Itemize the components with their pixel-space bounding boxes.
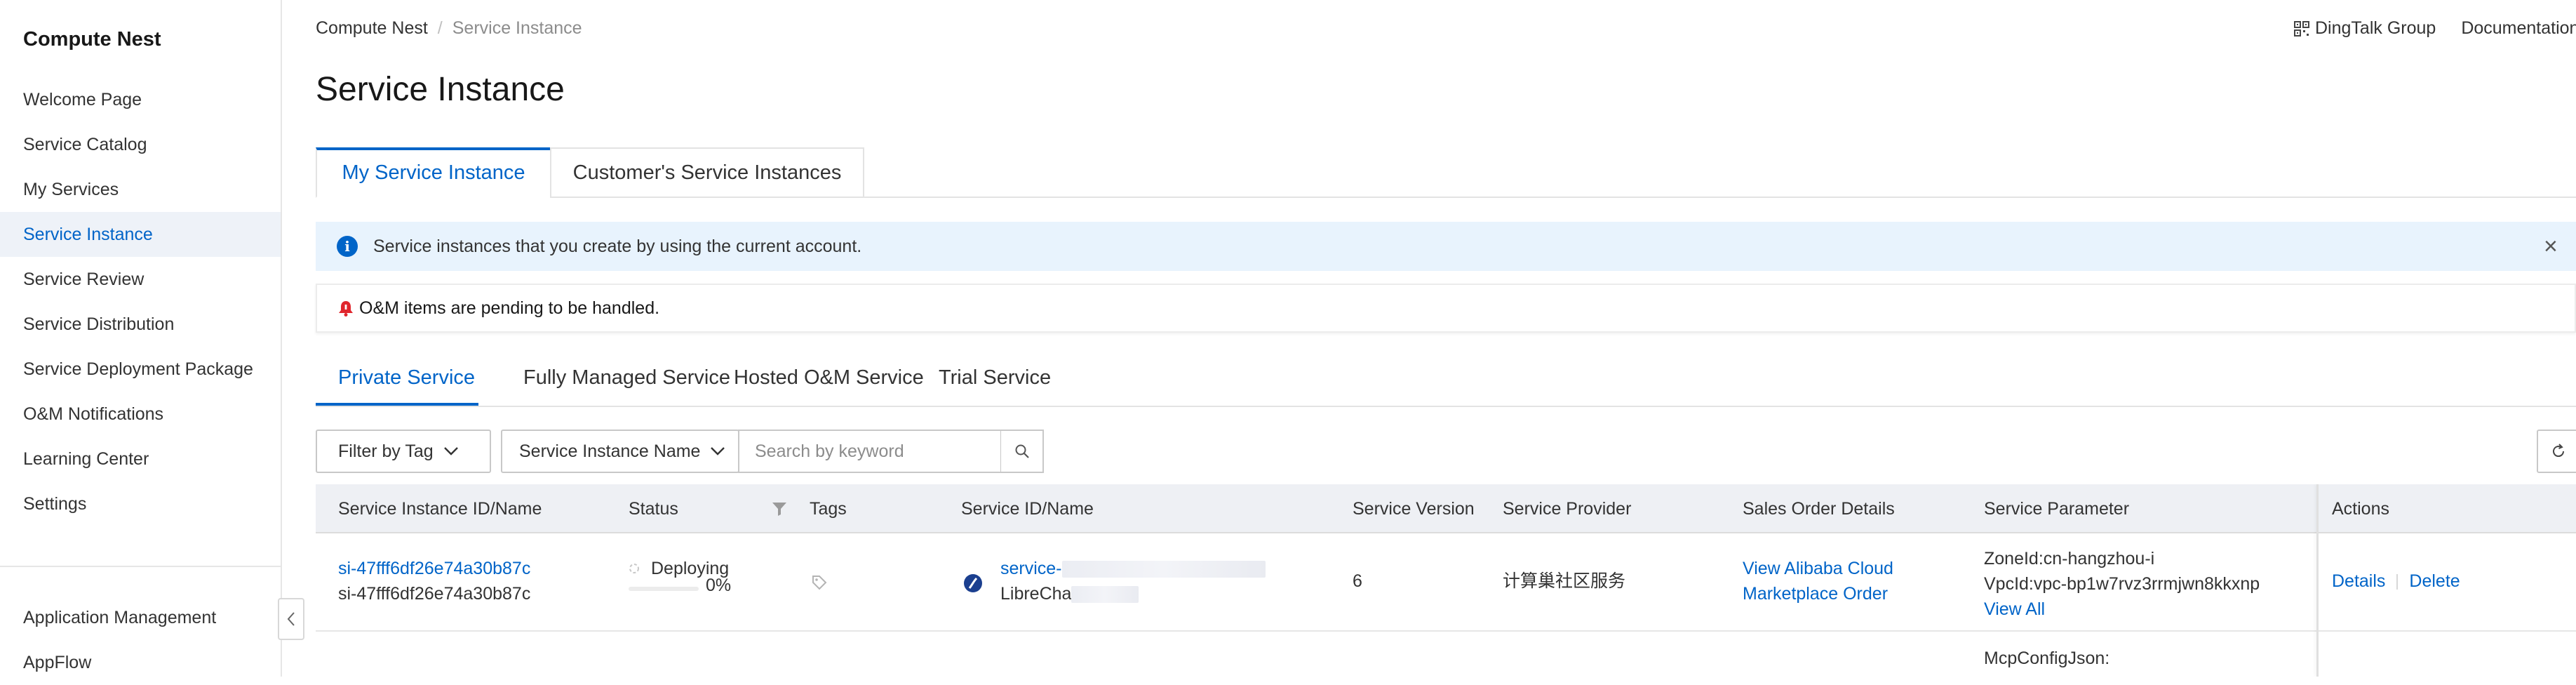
filter-by-tag-button[interactable]: Filter by Tag	[316, 430, 491, 473]
sidebar-item-service-instance[interactable]: Service Instance	[0, 212, 281, 257]
breadcrumb-separator: /	[437, 18, 443, 38]
sales-order-link-line2[interactable]: Marketplace Order	[1743, 581, 1888, 606]
filter-funnel-icon[interactable]	[772, 501, 787, 517]
tab-my-service-instance[interactable]: My Service Instance	[316, 147, 551, 198]
column-header-status: Status	[629, 499, 678, 519]
param-zone: ZoneId:cn-hangzhou-i	[1984, 549, 2155, 568]
table-header: Service Instance ID/Name Status Tags Ser…	[316, 484, 2576, 533]
row-actions: Details Delete	[2332, 568, 2460, 594]
search-field-select-value: Service Instance Name	[519, 441, 701, 461]
search-button[interactable]	[1000, 430, 1044, 473]
main-content: Compute Nest / Service Instance DingTalk G…	[283, 0, 2576, 677]
warning-alert-text: O&M items are pending to be handled.	[359, 298, 660, 318]
sidebar-divider	[0, 566, 281, 567]
service-logo-icon	[964, 574, 982, 592]
column-header-instance: Service Instance ID/Name	[338, 499, 542, 519]
instance-tabs: My Service Instance Customer's Service I…	[316, 147, 2576, 198]
param-mcp-config: McpConfigJson:	[1984, 649, 2110, 668]
sidebar-item-service-distribution[interactable]: Service Distribution	[0, 302, 281, 347]
sales-order-link-line1[interactable]: View Alibaba Cloud	[1743, 556, 1893, 581]
chevron-down-icon	[711, 447, 725, 455]
warning-alert: O&M items are pending to be handled.	[316, 284, 2576, 333]
qr-code-icon	[2294, 20, 2309, 36]
service-instance-table: Service Instance ID/Name Status Tags Ser…	[316, 484, 2576, 677]
active-tab-indicator	[316, 403, 478, 406]
filter-by-tag-label: Filter by Tag	[338, 441, 434, 461]
tab-customers-service-instances[interactable]: Customer's Service Instances	[550, 147, 864, 198]
dingtalk-group-link[interactable]: DingTalk Group	[2315, 18, 2436, 39]
sidebar: Compute Nest Welcome Page Service Catalo…	[0, 0, 282, 677]
service-version: 6	[1353, 571, 1362, 591]
info-alert: i Service instances that you create by u…	[316, 222, 2576, 271]
instance-id-link[interactable]: si-47fff6df26e74a30b87c	[338, 556, 530, 581]
instance-name: si-47fff6df26e74a30b87c	[338, 584, 531, 604]
tab-hosted-om-service[interactable]: Hosted O&M Service	[734, 366, 924, 390]
column-header-provider: Service Provider	[1503, 499, 1632, 519]
progress-text: 0%	[706, 576, 732, 595]
sidebar-title: Compute Nest	[23, 28, 161, 51]
column-header-sales-order: Sales Order Details	[1743, 499, 1895, 519]
sidebar-item-welcome-page[interactable]: Welcome Page	[0, 77, 281, 122]
sidebar-item-om-notifications[interactable]: O&M Notifications	[0, 392, 281, 437]
documentation-link[interactable]: Documentation	[2461, 18, 2576, 39]
breadcrumb-current: Service Instance	[452, 18, 582, 38]
search-icon	[1015, 444, 1029, 458]
header-links: DingTalk Group Documentation	[2294, 18, 2576, 39]
breadcrumb: Compute Nest / Service Instance	[316, 18, 582, 39]
status-cell: Deploying 0%	[629, 556, 734, 612]
tab-trial-service[interactable]: Trial Service	[939, 366, 1051, 390]
redacted-text	[1071, 586, 1139, 604]
tag-icon[interactable]	[811, 574, 828, 591]
info-alert-text: Service instances that you create by usi…	[373, 236, 862, 256]
refresh-icon	[2553, 444, 2565, 458]
bell-icon	[339, 301, 353, 317]
service-id-link[interactable]: service-	[1000, 556, 1266, 581]
delete-link[interactable]: Delete	[2409, 571, 2460, 591]
refresh-button[interactable]	[2537, 430, 2576, 473]
service-id-prefix: service-	[1000, 559, 1062, 578]
breadcrumb-compute-nest[interactable]: Compute Nest	[316, 18, 428, 38]
column-header-actions: Actions	[2332, 499, 2389, 519]
sidebar-item-service-review[interactable]: Service Review	[0, 257, 281, 302]
sidebar-collapse-button[interactable]	[278, 598, 304, 640]
details-link[interactable]: Details	[2332, 571, 2385, 591]
chevron-down-icon	[443, 447, 458, 455]
column-header-version: Service Version	[1353, 499, 1475, 519]
sidebar-item-my-services[interactable]: My Services	[0, 167, 281, 212]
loading-spinner-icon	[629, 564, 639, 573]
info-icon: i	[337, 236, 358, 257]
sidebar-item-settings[interactable]: Settings	[0, 481, 281, 526]
column-header-tags: Tags	[810, 499, 847, 519]
service-name: LibreCha	[1000, 581, 1139, 606]
tab-private-service[interactable]: Private Service	[338, 366, 475, 390]
sidebar-item-service-catalog[interactable]: Service Catalog	[0, 122, 281, 167]
chevron-left-icon	[287, 612, 295, 626]
column-header-service: Service ID/Name	[961, 499, 1094, 519]
sidebar-item-learning-center[interactable]: Learning Center	[0, 437, 281, 481]
service-name-prefix: LibreCha	[1000, 584, 1072, 604]
service-type-tabs: Private Service Fully Managed Service Ho…	[316, 357, 2576, 407]
action-separator	[2396, 574, 2399, 590]
column-header-service-parameter: Service Parameter	[1984, 499, 2130, 519]
sidebar-item-appflow[interactable]: AppFlow	[0, 640, 281, 685]
row-divider	[316, 630, 2576, 632]
redacted-text	[1061, 561, 1266, 578]
sidebar-item-service-deployment-package[interactable]: Service Deployment Package	[0, 347, 281, 392]
view-all-link[interactable]: View All	[1984, 597, 2045, 622]
deploy-progress-bar	[629, 587, 699, 591]
sidebar-item-application-management[interactable]: Application Management	[0, 595, 281, 640]
search-input[interactable]	[738, 430, 1002, 473]
tab-fully-managed-service[interactable]: Fully Managed Service	[523, 366, 730, 390]
param-vpc: VpcId:vpc-bp1w7rvz3rrmjwn8kkxnp	[1984, 574, 2260, 594]
actions-column-divider	[2316, 484, 2319, 677]
search-field-select[interactable]: Service Instance Name	[501, 430, 739, 473]
service-provider: 计算巢社区服务	[1503, 571, 1626, 591]
close-icon[interactable]: ×	[2544, 234, 2558, 258]
page-title: Service Instance	[316, 71, 565, 108]
